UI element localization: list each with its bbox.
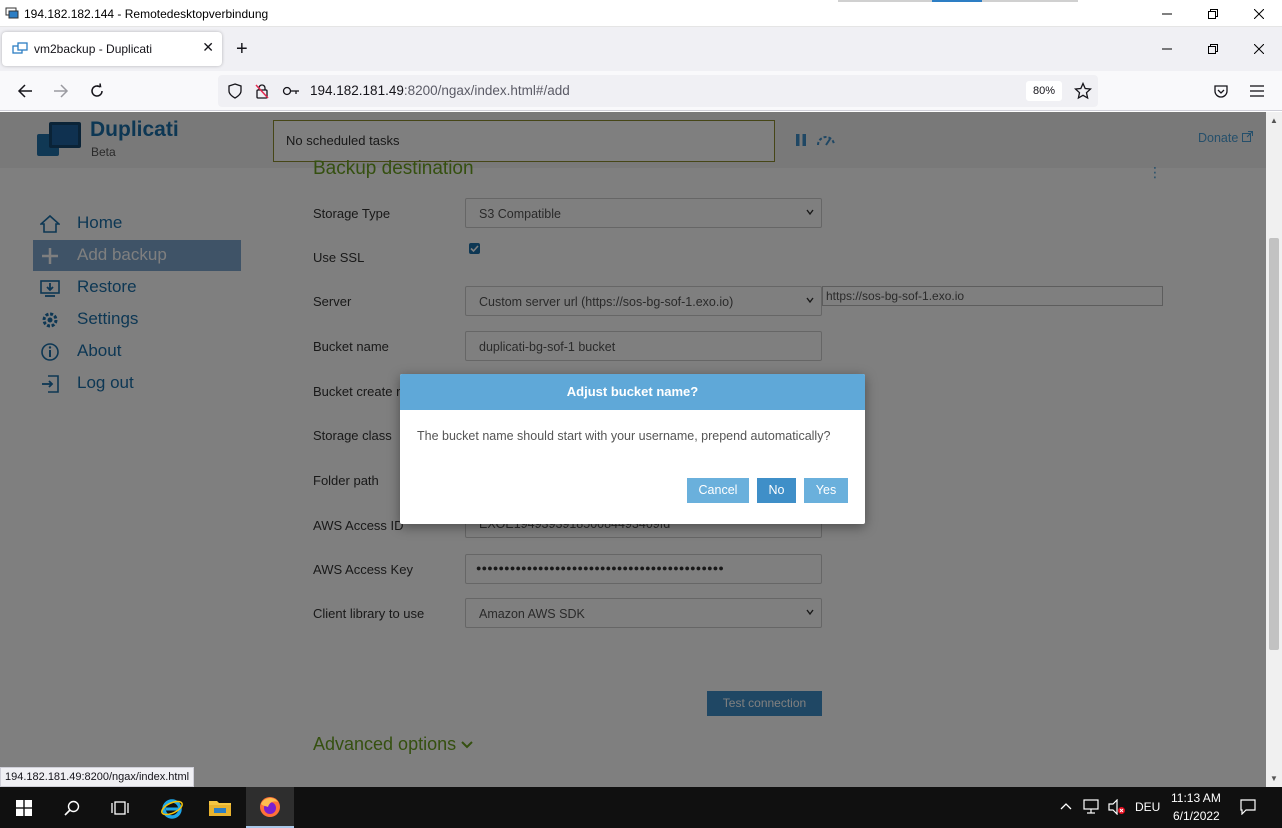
browser-minimize-button[interactable] [1144, 27, 1190, 71]
rdp-window-title: 194.182.182.144 - Remotedesktopverbindun… [24, 7, 269, 21]
web-page: Duplicati Beta No scheduled tasks Donate… [0, 112, 1266, 787]
start-button[interactable] [0, 787, 48, 828]
hamburger-menu-icon [1250, 85, 1264, 97]
dialog-message: The bucket name should start with your u… [417, 429, 831, 443]
address-bar[interactable]: 194.182.181.49:8200/ngax/index.html#/add… [218, 75, 1098, 107]
rdp-close-button[interactable] [1236, 0, 1282, 27]
close-icon [1254, 44, 1264, 54]
rdp-connection-bar-accent [932, 0, 982, 2]
pocket-icon [1214, 85, 1228, 98]
key-icon [282, 86, 299, 96]
notifications-icon[interactable] [1240, 799, 1256, 815]
search-icon [64, 800, 80, 816]
forward-arrow-icon [54, 84, 69, 98]
taskbar-file-explorer[interactable] [196, 787, 244, 828]
remote-desktop-icon [5, 7, 19, 19]
restore-window-icon [1208, 44, 1218, 54]
dialog-title: Adjust bucket name? [566, 384, 699, 399]
browser-tab-strip: vm2backup - Duplicati ✕ + [0, 27, 1282, 71]
back-arrow-icon [17, 84, 32, 98]
chevron-up-icon[interactable] [1060, 801, 1072, 811]
tab-title: vm2backup - Duplicati [34, 42, 153, 56]
link-status-tooltip: 194.182.181.49:8200/ngax/index.html [0, 767, 195, 787]
rdp-connection-bar [838, 0, 932, 2]
browser-restore-button[interactable] [1190, 27, 1236, 71]
new-tab-button[interactable]: + [236, 39, 248, 59]
windows-taskbar: DEU 11:13 AM 6/1/2022 [0, 787, 1282, 828]
task-view-button[interactable] [96, 787, 144, 828]
volume-muted-icon[interactable] [1108, 799, 1126, 815]
scroll-up-icon[interactable]: ▲ [1270, 116, 1278, 125]
forward-button[interactable] [49, 79, 73, 103]
url-host: 194.182.181.49 [310, 83, 404, 98]
folder-icon [209, 800, 231, 816]
browser-navigation-bar: 194.182.181.49:8200/ngax/index.html#/add… [0, 71, 1282, 111]
restore-window-icon [1208, 8, 1218, 19]
bookmark-star-icon[interactable] [1074, 82, 1092, 100]
menu-button[interactable] [1245, 79, 1269, 103]
adjust-bucket-name-dialog: Adjust bucket name? The bucket name shou… [400, 374, 865, 524]
duplicati-favicon-icon [12, 42, 28, 54]
network-icon[interactable] [1083, 799, 1101, 815]
page-scrollbar[interactable]: ▲ ▼ [1266, 112, 1282, 787]
minimize-icon [1162, 13, 1172, 14]
reload-button[interactable] [85, 79, 109, 103]
pocket-button[interactable] [1209, 79, 1233, 103]
url-path: :8200/ngax/index.html#/add [403, 83, 570, 98]
rdp-title-bar: 194.182.182.144 - Remotedesktopverbindun… [0, 0, 1282, 27]
close-icon [1254, 8, 1264, 19]
dialog-header: Adjust bucket name? [400, 374, 865, 410]
back-button[interactable] [13, 79, 37, 103]
cancel-button[interactable]: Cancel [687, 478, 749, 503]
minimize-icon [1162, 48, 1172, 50]
rdp-connection-bar-end [982, 0, 1078, 2]
rdp-minimize-button[interactable] [1144, 0, 1190, 27]
insecure-lock-icon [255, 84, 269, 99]
no-button[interactable]: No [757, 478, 796, 503]
search-button[interactable] [48, 787, 96, 828]
yes-button[interactable]: Yes [804, 478, 848, 503]
task-view-icon [111, 800, 129, 815]
internet-explorer-icon [161, 798, 183, 819]
firefox-icon [260, 796, 280, 817]
shield-icon [228, 83, 242, 99]
tab-close-icon[interactable]: ✕ [202, 39, 214, 56]
clock-time[interactable]: 11:13 AM [1171, 791, 1221, 805]
reload-icon [91, 83, 103, 97]
rdp-restore-button[interactable] [1190, 0, 1236, 27]
zoom-level-button[interactable]: 80% [1026, 81, 1062, 101]
input-language-indicator[interactable]: DEU [1135, 800, 1160, 814]
taskbar-internet-explorer[interactable] [148, 787, 196, 828]
scrollbar-thumb[interactable] [1269, 238, 1279, 650]
url-text[interactable]: 194.182.181.49:8200/ngax/index.html#/add [310, 83, 570, 98]
browser-close-button[interactable] [1236, 27, 1282, 71]
windows-logo-icon [16, 799, 32, 816]
clock-date[interactable]: 6/1/2022 [1173, 809, 1220, 823]
browser-tab[interactable]: vm2backup - Duplicati ✕ [2, 32, 222, 66]
taskbar-firefox[interactable] [246, 787, 294, 828]
scroll-down-icon[interactable]: ▼ [1270, 774, 1278, 783]
